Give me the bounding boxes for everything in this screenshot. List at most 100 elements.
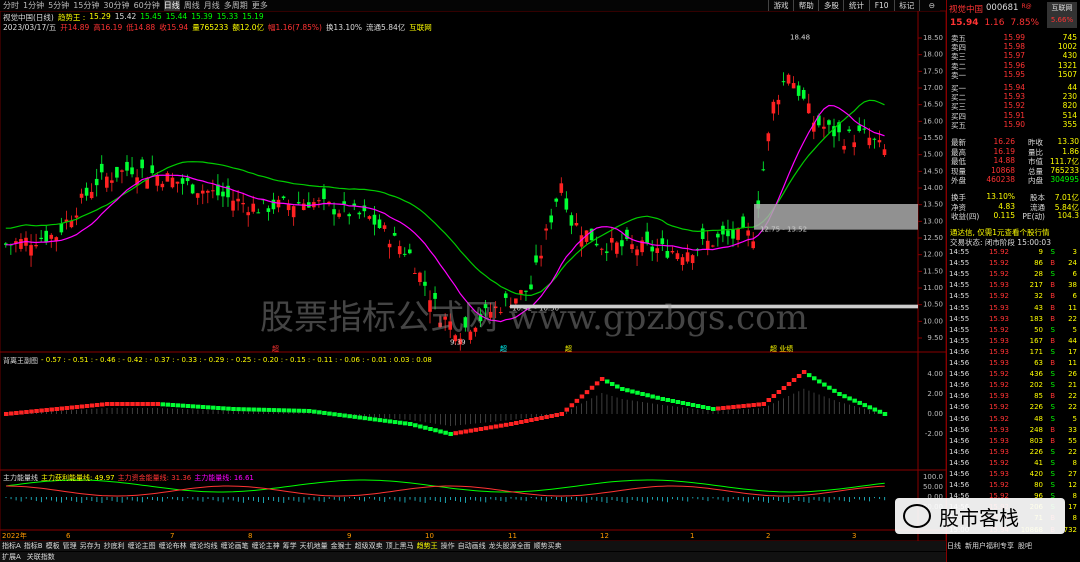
trade-count: 22 [1068, 392, 1077, 401]
ask-volume: 745 [1062, 33, 1077, 42]
oscillator-mark [94, 403, 100, 407]
indicator-tab[interactable]: 顺势买卖 [534, 541, 562, 551]
candle-body [89, 191, 94, 199]
trade-volume: 32 [1034, 292, 1043, 301]
toolbar-button[interactable]: 帮助 [793, 0, 818, 11]
period-tab[interactable]: 15分钟 [73, 0, 99, 11]
low-label: 9.39 [450, 339, 466, 347]
indicator-tab[interactable]: 缠论均线 [190, 541, 218, 551]
trade-row: 14:56 15.93 63 B 11 [949, 359, 1080, 367]
oscillator-mark [726, 405, 731, 410]
toolbar-button[interactable]: 多股 [818, 0, 843, 11]
price-tick: 12.50 [923, 234, 943, 242]
toolbar-button[interactable]: 游戏 [768, 0, 793, 11]
indicator-tab[interactable]: 操作 [441, 541, 455, 551]
oscillator-mark [271, 408, 277, 413]
price-tick: 14.00 [923, 184, 943, 192]
indicator-tab[interactable]: 自动画线 [458, 541, 486, 551]
indicator-tab[interactable]: 模板 [46, 541, 60, 551]
oscillator-mark [539, 416, 544, 420]
indicator-tab[interactable]: 超级双卖 [355, 541, 383, 551]
indicator-tab[interactable]: 缠论主神 [252, 541, 280, 551]
oscillator-mark [645, 393, 650, 398]
period-tab[interactable]: 更多 [252, 0, 268, 11]
period-tab[interactable]: 分时 [3, 0, 19, 11]
sector-button[interactable]: 互联网 5.66% [1047, 2, 1077, 28]
sub2-name: 主力能量线 [3, 474, 38, 482]
period-tab[interactable]: 60分钟 [134, 0, 160, 11]
trade-side: B [1050, 292, 1055, 301]
indicator-tab[interactable]: 指标A [2, 541, 21, 551]
indicator-tab[interactable]: 抄底利 [104, 541, 125, 551]
indicator-tab[interactable]: 另存为 [80, 541, 101, 551]
indicator-tab[interactable]: 龙头股源全面 [489, 541, 531, 551]
oscillator-mark [195, 404, 201, 409]
trade-count: 38 [1068, 281, 1077, 290]
oscillator-mark [721, 406, 726, 410]
panel-tab[interactable]: 股吧 [1018, 541, 1032, 551]
oscillator-mark [9, 411, 14, 416]
oscillator-mark [736, 404, 741, 409]
oscillator-mark [125, 402, 130, 406]
trade-row: 14:55 15.92 86 B 24 [949, 259, 1080, 267]
indicator-tab[interactable]: 管理 [63, 541, 77, 551]
indicator-tab[interactable]: 趋势王 [417, 541, 438, 551]
indicator-tab[interactable]: 指标B [24, 541, 43, 551]
toolbar-button[interactable]: ⊖ [918, 0, 944, 11]
extension-tab[interactable]: 扩展A [2, 552, 21, 562]
toolbar-button[interactable]: 标记 [893, 0, 919, 11]
oscillator-mark [509, 422, 514, 426]
chart-area[interactable]: 18.50 18.00 17.50 17.00 16.50 16.00 15.50 15.00… [0, 0, 946, 541]
toolbar-button[interactable]: F10 [868, 0, 894, 11]
trade-price: 15.92 [988, 270, 1009, 279]
period-tab[interactable]: 5分钟 [48, 0, 69, 11]
oscillator-mark [251, 407, 256, 412]
indicator-tab[interactable]: 缠论主图 [128, 541, 156, 551]
period-tab[interactable]: 多周期 [224, 0, 248, 11]
period-tab[interactable]: 月线 [204, 0, 220, 11]
trade-count: 11 [1068, 359, 1077, 367]
oscillator-mark [857, 400, 862, 405]
watermark: 股票指标公式网 www.gpzbgs.com [260, 298, 808, 338]
candle-body [872, 138, 877, 140]
period-tab[interactable]: 周线 [184, 0, 200, 11]
candle-body [357, 212, 362, 215]
toolbar-button[interactable]: 统计 [843, 0, 868, 11]
candle-body [786, 74, 791, 84]
oscillator-mark [448, 432, 453, 436]
oscillator-mark [695, 404, 701, 408]
ask-label: 卖四 [951, 43, 966, 53]
price-change: 1.16 [984, 18, 1005, 28]
stat-label: PE(动) [1022, 212, 1045, 222]
trade-row: 14:56 15.92 48 S 5 [949, 415, 1080, 423]
trade-price: 15.92 [988, 381, 1009, 390]
oscillator-mark [190, 404, 196, 409]
trade-time: 14:55 [949, 303, 970, 312]
stat-row: 换手 13.10% 股本 7.01亿 [951, 192, 1079, 202]
candle-body [660, 238, 665, 245]
panel-tab[interactable]: 日线 [947, 541, 961, 551]
indicator-tab[interactable]: 金猴士 [331, 541, 352, 551]
price-line: 15.94 1.16 7.85% [950, 18, 1039, 28]
stat-value: 111.7亿 [1050, 157, 1079, 167]
bid-label: 买二 [951, 93, 966, 103]
oscillator-mark [266, 407, 272, 412]
candle-body [39, 237, 43, 240]
indicator-tab[interactable]: 缠论布林 [159, 541, 187, 551]
trade-price: 15.93 [988, 314, 1009, 323]
trade-price: 15.93 [988, 336, 1009, 345]
indicator-tab[interactable]: 顶上黑马 [386, 541, 414, 551]
period-tab[interactable]: 1分钟 [23, 0, 44, 11]
indicator-tab[interactable]: 筹学 [283, 541, 297, 551]
period-tab[interactable]: 日线 [163, 0, 180, 11]
extension-tab[interactable]: 关联指数 [27, 552, 55, 562]
sub2-tick: 100.0 [923, 473, 943, 481]
candle-body [726, 230, 730, 237]
panel-tab[interactable]: 新用户福利专享 [965, 541, 1014, 551]
period-tab[interactable]: 30分钟 [103, 0, 129, 11]
indicator-tab[interactable]: 天机地量 [300, 541, 328, 551]
candle-body [130, 167, 134, 175]
indicator-tab[interactable]: 缠论画笔 [221, 541, 249, 551]
ask-price: 15.98 [1003, 42, 1025, 52]
trade-row: 14:56 15.92 80 S 12 [949, 481, 1080, 489]
